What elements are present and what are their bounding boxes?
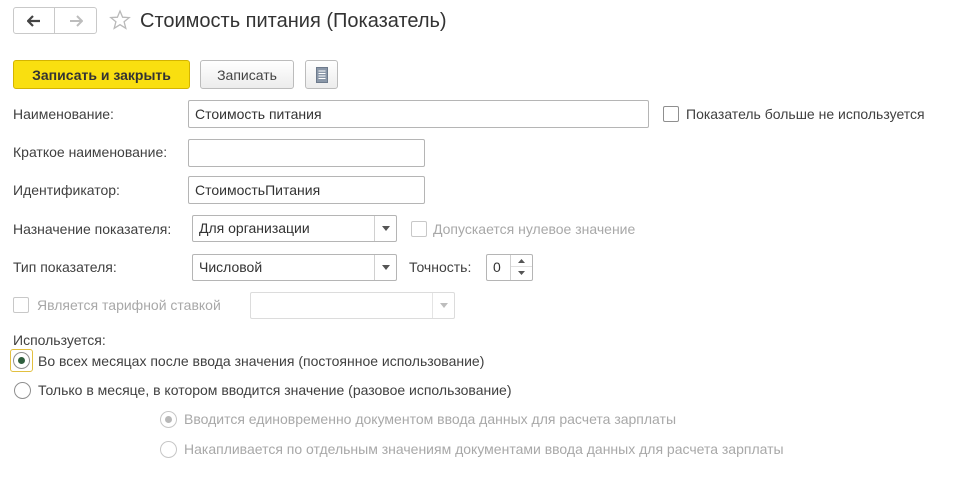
usage-label: Используется: — [13, 332, 106, 348]
dropdown-button[interactable] — [374, 216, 396, 241]
type-select[interactable]: Числовой — [192, 254, 397, 281]
report-button[interactable] — [305, 60, 338, 89]
back-button[interactable] — [14, 8, 55, 33]
not-used-label: Показатель больше не используется — [686, 106, 925, 122]
chevron-down-icon — [518, 271, 525, 275]
zero-allowed-label: Допускается нулевое значение — [433, 221, 636, 237]
sub-accumulated-label: Накапливается по отдельным значениям док… — [184, 441, 784, 457]
purpose-label: Назначение показателя: — [13, 221, 172, 237]
type-value: Числовой — [199, 259, 263, 275]
zero-allowed-checkbox[interactable] — [411, 221, 427, 237]
decrement-button[interactable] — [511, 267, 532, 279]
increment-button[interactable] — [511, 255, 532, 267]
stepper-arrows — [510, 255, 532, 280]
precision-label: Точность: — [409, 259, 472, 275]
purpose-select[interactable]: Для организации — [192, 215, 397, 242]
precision-value: 0 — [493, 259, 501, 275]
dropdown-button[interactable] — [374, 255, 396, 280]
name-input[interactable]: Стоимость питания — [188, 100, 649, 128]
sub-single-label: Вводится единовременно документом ввода … — [184, 411, 677, 427]
identifier-label: Идентификатор: — [13, 182, 120, 198]
page-title: Стоимость питания (Показатель) — [140, 10, 447, 32]
radio-dot — [18, 357, 25, 364]
save-button[interactable]: Записать — [200, 60, 294, 89]
tariff-label: Является тарифной ставкой — [37, 297, 221, 313]
save-and-close-button[interactable]: Записать и закрыть — [13, 60, 190, 89]
name-label: Наименование: — [13, 106, 114, 122]
radio-dot — [165, 416, 172, 423]
star-icon[interactable] — [109, 9, 131, 31]
tariff-select[interactable] — [250, 292, 455, 319]
forward-button[interactable] — [55, 8, 96, 33]
usage-permanent-radio[interactable] — [13, 352, 30, 369]
chevron-up-icon — [518, 258, 525, 263]
dropdown-button[interactable] — [432, 293, 454, 318]
short-name-label: Краткое наименование: — [13, 144, 168, 160]
identifier-input[interactable]: СтоимостьПитания — [188, 176, 425, 204]
purpose-value: Для организации — [199, 220, 310, 236]
arrow-right-icon — [69, 14, 83, 27]
usage-permanent-label: Во всех месяцах после ввода значения (по… — [38, 353, 485, 369]
tariff-checkbox[interactable] — [13, 297, 29, 313]
short-name-input[interactable] — [188, 139, 425, 167]
usage-once-label: Только в месяце, в котором вводится знач… — [38, 382, 512, 398]
not-used-checkbox[interactable] — [663, 106, 679, 122]
usage-once-radio[interactable] — [14, 382, 31, 399]
sub-single-radio[interactable] — [160, 411, 177, 428]
precision-stepper[interactable]: 0 — [486, 254, 533, 281]
type-label: Тип показателя: — [13, 259, 117, 275]
chevron-down-icon — [381, 265, 390, 270]
arrow-left-icon — [27, 14, 40, 27]
sub-accumulated-radio[interactable] — [160, 441, 177, 458]
navigation-buttons — [13, 7, 97, 34]
document-list-icon — [315, 66, 328, 83]
chevron-down-icon — [439, 303, 448, 308]
chevron-down-icon — [381, 226, 390, 231]
